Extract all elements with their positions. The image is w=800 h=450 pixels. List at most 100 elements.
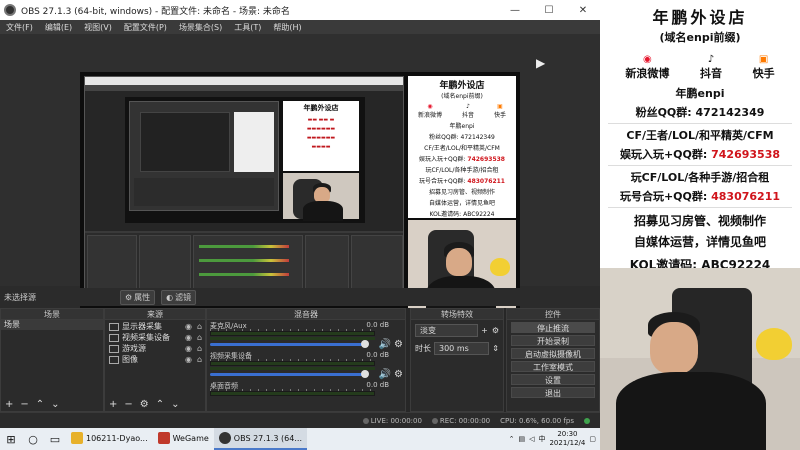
source-item[interactable]: 视频采集设备 ◉ ⌂ [105, 332, 205, 343]
exit-button[interactable]: 退出 [511, 387, 595, 398]
gear-icon[interactable]: ⚙ [394, 369, 403, 380]
eye-icon[interactable]: ◉ [183, 322, 194, 331]
window-title: OBS 27.1.3 (64-bit, windows) - 配置文件: 未命名… [21, 6, 290, 17]
studio-mode-button[interactable]: 工作室模式 [511, 361, 595, 372]
scene-item[interactable]: 场景 [1, 320, 103, 330]
properties-label: 属性 [134, 292, 151, 302]
preview-area[interactable]: 年鹏外设店 ▬▬ ▬▬ ▬ ▬▬▬▬▬▬ ▬▬▬▬▬▬ ▬▬▬▬ 年鹏外设店 (… [0, 34, 600, 320]
ad-title: 年鹏外设店 [652, 8, 748, 27]
close-icon[interactable]: ✕ [566, 0, 600, 20]
nested-canvas: 年鹏外设店 ▬▬ ▬▬ ▬ ▬▬▬▬▬▬ ▬▬▬▬▬▬ ▬▬▬▬ [125, 97, 365, 223]
eye-icon[interactable]: ◉ [183, 333, 194, 342]
menu-file[interactable]: 文件(F) [0, 22, 39, 33]
person-face [650, 322, 698, 374]
maximize-icon[interactable]: ☐ [532, 0, 566, 20]
volume-slider-handle[interactable] [361, 370, 369, 378]
eye-icon[interactable]: ◉ [183, 355, 194, 364]
clock-date: 2021/12/4 [549, 439, 586, 447]
tray-up-icon[interactable]: ⌃ [509, 435, 515, 443]
nested-screen-capture: 年鹏外设店 ▬▬ ▬▬ ▬ ▬▬▬▬▬▬ ▬▬▬▬▬▬ ▬▬▬▬ [84, 76, 404, 306]
speaker-icon[interactable]: 🔊 [379, 369, 391, 380]
mixer-header: 混音器 [207, 309, 405, 320]
lock-icon[interactable]: ⌂ [194, 333, 205, 342]
kuaishou-icon: ▣ [758, 53, 769, 65]
windows-start-icon[interactable]: ⊞ [0, 428, 22, 450]
volume-slider[interactable] [210, 373, 365, 376]
start-virtual-camera-button[interactable]: 启动虚拟摄像机 [511, 348, 595, 359]
move-down-icon[interactable]: ⌄ [171, 399, 179, 410]
volume-icon[interactable]: ◁ [529, 435, 534, 443]
notification-icon[interactable]: ▢ [589, 435, 596, 443]
taskbar-app-label: OBS 27.1.3 (64... [233, 433, 302, 443]
transitions-dock: 转场特效 淡变 + ⚙ 时长 300 ms ⇕ [410, 308, 504, 412]
camera-icon [109, 333, 119, 342]
volume-meter [210, 331, 375, 336]
ime-indicator[interactable]: 中 [538, 434, 545, 444]
menu-help[interactable]: 帮助(H) [267, 22, 307, 33]
pikachu-plush [756, 328, 792, 360]
monitor-icon [109, 322, 119, 331]
duration-input[interactable]: 300 ms [434, 342, 490, 355]
lock-icon[interactable]: ⌂ [194, 344, 205, 353]
settings-button[interactable]: 设置 [511, 374, 595, 385]
windows-taskbar: ⊞ ○ ▭ 106211-Dyao... WeGame OBS 27.1.3 (… [0, 428, 600, 450]
preview-ad-subtitle: (域名enpi前缀) [441, 93, 483, 100]
properties-button[interactable]: ⚙ 属性 [120, 289, 156, 305]
taskbar-app[interactable]: 106211-Dyao... [66, 428, 153, 450]
network-icon[interactable]: ▤ [518, 435, 525, 443]
move-up-icon[interactable]: ⌃ [36, 399, 44, 410]
add-scene-icon[interactable]: + [5, 399, 13, 410]
menu-edit[interactable]: 编辑(E) [39, 22, 78, 33]
source-item[interactable]: 图像 ◉ ⌂ [105, 354, 205, 365]
mixer-channel: 视频采集设备 0.0 dB 🔊 ⚙ [207, 351, 405, 383]
transitions-header: 转场特效 [411, 309, 503, 320]
lock-icon[interactable]: ⌂ [194, 322, 205, 331]
preview-ad-weibo: 新浪微博 [417, 112, 442, 119]
menu-scene-collection[interactable]: 场景集合(S) [173, 22, 228, 33]
nested-deeper-screen [129, 101, 279, 211]
ad-group1-sub: 娱玩入玩+QQ群: [619, 148, 712, 161]
menu-tools[interactable]: 工具(T) [228, 22, 267, 33]
source-item[interactable]: 显示器采集 ◉ ⌂ [105, 321, 205, 332]
source-item[interactable]: 游戏源 ◉ ⌂ [105, 343, 205, 354]
volume-slider[interactable] [210, 343, 365, 346]
source-toolbar: 未选择源 ⚙ 属性 ◐ 滤镜 [0, 288, 600, 306]
speaker-icon[interactable]: 🔊 [379, 339, 391, 350]
remove-scene-icon[interactable]: − [20, 399, 28, 410]
stepper-icon[interactable]: ⇕ [492, 344, 499, 353]
stop-streaming-button[interactable]: 停止推流 [511, 322, 595, 333]
transition-select[interactable]: 淡变 [415, 324, 479, 337]
taskbar-app[interactable]: OBS 27.1.3 (64... [213, 428, 307, 450]
controls-header: 控件 [507, 309, 599, 320]
menu-view[interactable]: 视图(V) [78, 22, 118, 33]
move-down-icon[interactable]: ⌄ [51, 399, 59, 410]
taskbar-app-label: WeGame [172, 433, 209, 443]
source-settings-icon[interactable]: ⚙ [140, 399, 149, 410]
task-view-icon[interactable]: ▭ [44, 428, 66, 450]
menu-profile[interactable]: 配置文件(P) [118, 22, 173, 33]
lock-icon[interactable]: ⌂ [194, 355, 205, 364]
start-recording-button[interactable]: 开始录制 [511, 335, 595, 346]
add-source-icon[interactable]: + [109, 399, 117, 410]
docks-area: 场景 场景 + − ⌃ ⌄ 来源 显示器采集 ◉ ⌂ 视频采集设备 ◉ ⌂ 游戏… [0, 308, 600, 412]
obs-statusbar: LIVE: 00:00:00 REC: 00:00:00 CPU: 0.6%, … [0, 412, 600, 428]
filters-button[interactable]: ◐ 滤镜 [161, 289, 197, 305]
move-up-icon[interactable]: ⌃ [156, 399, 164, 410]
weibo-icon: ◉ [427, 103, 433, 110]
gear-icon[interactable]: ⚙ [394, 339, 403, 350]
taskbar-app[interactable]: WeGame [153, 428, 214, 450]
nested-titlebar [85, 77, 403, 85]
eye-icon[interactable]: ◉ [183, 344, 194, 353]
gear-icon[interactable]: ⚙ [492, 326, 499, 335]
source-label: 游戏源 [122, 344, 146, 353]
preview-ad-group2: 玩CF/LOL/各种手游/招合租 [425, 167, 499, 174]
search-icon[interactable]: ○ [22, 428, 44, 450]
menu-bar: 文件(F) 编辑(E) 视图(V) 配置文件(P) 场景集合(S) 工具(T) … [0, 20, 600, 34]
minimize-icon[interactable]: — [498, 0, 532, 20]
preview-canvas[interactable]: 年鹏外设店 ▬▬ ▬▬ ▬ ▬▬▬▬▬▬ ▬▬▬▬▬▬ ▬▬▬▬ 年鹏外设店 (… [80, 72, 520, 320]
kuaishou-icon: ▣ [497, 103, 503, 110]
volume-slider-handle[interactable] [361, 340, 369, 348]
clock[interactable]: 20:30 2021/12/4 [549, 430, 585, 448]
remove-source-icon[interactable]: − [124, 399, 132, 410]
add-transition-icon[interactable]: + [481, 326, 488, 335]
